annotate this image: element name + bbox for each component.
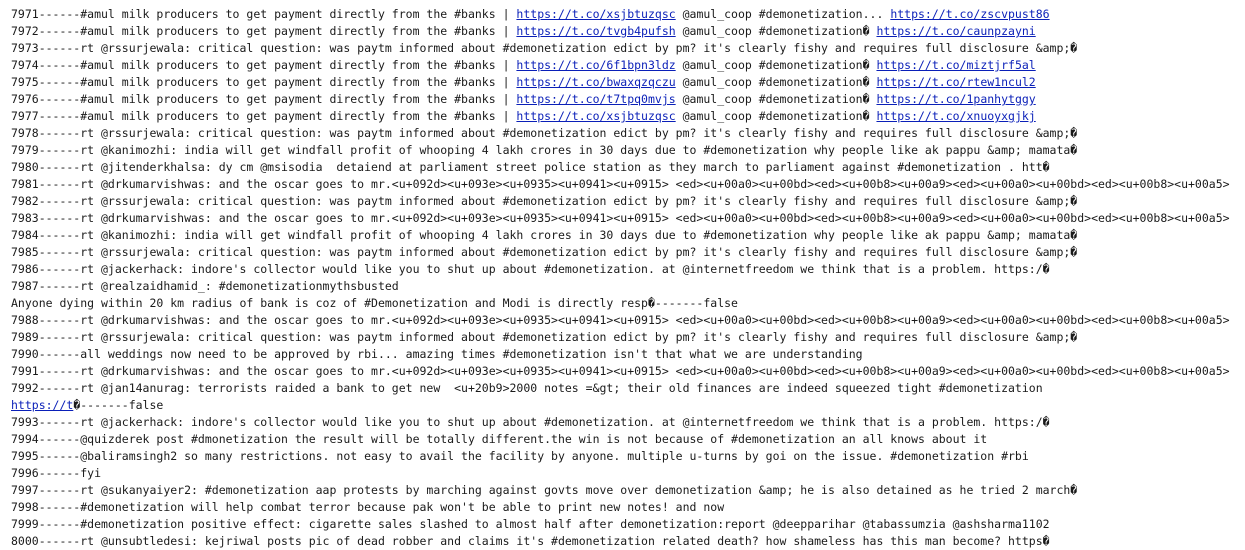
text-file-viewer[interactable]: 7971------#amul milk producers to get pa… [0,0,1245,550]
text-line: 7989------rt @rssurjewala: critical ques… [11,329,1245,346]
text-line: 7990------all weddings now need to be ap… [11,346,1245,363]
line-text: @amul_coop #demonetization� [675,109,877,123]
url-link[interactable]: https://t.co/1panhytggy [876,92,1035,106]
line-text: 7979------rt @kanimozhi: india will get … [11,143,1078,157]
line-text: @amul_coop #demonetization... [675,7,891,21]
line-text: @amul_coop #demonetization� [675,24,877,38]
url-link[interactable]: https://t.co/xnuoyxgjkj [876,109,1035,123]
url-link[interactable]: https://t.co/t7tpq0mvjs [516,92,675,106]
line-text: 7990------all weddings now need to be ap… [11,347,863,361]
line-text: 7987------rt @realzaidhamid_: #demonetiz… [11,279,399,293]
line-text: 7976------#amul milk producers to get pa… [11,92,517,106]
line-text: 7978------rt @rssurjewala: critical ques… [11,126,1078,140]
line-text: 7984------rt @kanimozhi: india will get … [11,228,1078,242]
line-text: @amul_coop #demonetization� [675,58,877,72]
text-line: 7985------rt @rssurjewala: critical ques… [11,244,1245,261]
line-text: 7972------#amul milk producers to get pa… [11,24,517,38]
line-text: 8000------rt @unsubtledesi: kejriwal pos… [11,534,1050,548]
text-line: 7986------rt @jackerhack: indore's colle… [11,261,1245,278]
text-line: 7991------rt @drkumarvishwas: and the os… [11,363,1245,380]
text-line: 7975------#amul milk producers to get pa… [11,74,1245,91]
url-link[interactable]: https://t.co/rtew1ncul2 [876,75,1035,89]
text-line: 7994------@quizderek post #dmonetization… [11,431,1245,448]
url-link[interactable]: https://t.co/miztjrf5al [876,58,1035,72]
text-line: 7987------rt @realzaidhamid_: #demonetiz… [11,278,1245,295]
line-text: 7975------#amul milk producers to get pa… [11,75,517,89]
text-line: 8000------rt @unsubtledesi: kejriwal pos… [11,533,1245,550]
text-line: 7996------fyi [11,465,1245,482]
text-line: 7979------rt @kanimozhi: india will get … [11,142,1245,159]
text-line: 7976------#amul milk producers to get pa… [11,91,1245,108]
line-text: Anyone dying within 20 km radius of bank… [11,296,738,310]
text-line: https://t�-------false [11,397,1245,414]
line-text: @amul_coop #demonetization� [675,75,877,89]
line-text: 7982------rt @rssurjewala: critical ques… [11,194,1078,208]
text-line: 7995------@baliramsingh2 so many restric… [11,448,1245,465]
line-text: 7980------rt @jitenderkhalsa: dy cm @msi… [11,160,1050,174]
line-text: 7998------#demonetization will help comb… [11,500,725,514]
url-link[interactable]: https://t.co/6f1bpn3ldz [516,58,675,72]
url-link[interactable]: https://t.co/tvgb4pufsh [516,24,675,38]
line-text: 7999------#demonetization positive effec… [11,517,1050,531]
line-text: 7997------rt @sukanyaiyer2: #demonetizat… [11,483,1078,497]
text-line: 7973------rt @rssurjewala: critical ques… [11,40,1245,57]
text-line: 7993------rt @jackerhack: indore's colle… [11,414,1245,431]
text-line: 7984------rt @kanimozhi: india will get … [11,227,1245,244]
url-link[interactable]: https://t.co/bwaxqzqczu [516,75,675,89]
line-text: 7996------fyi [11,466,102,480]
url-link[interactable]: https://t.co/caunpzayni [876,24,1035,38]
url-link[interactable]: https://t.co/xsjbtuzqsc [516,7,675,21]
text-line: 7978------rt @rssurjewala: critical ques… [11,125,1245,142]
url-link[interactable]: https://t.co/zscvpust86 [890,7,1049,21]
text-line: 7982------rt @rssurjewala: critical ques… [11,193,1245,210]
text-line: Anyone dying within 20 km radius of bank… [11,295,1245,312]
text-line: 7972------#amul milk producers to get pa… [11,23,1245,40]
text-line: 7977------#amul milk producers to get pa… [11,108,1245,125]
line-text: 7981------rt @drkumarvishwas: and the os… [11,177,1230,191]
text-line: 7980------rt @jitenderkhalsa: dy cm @msi… [11,159,1245,176]
line-text: 7988------rt @drkumarvishwas: and the os… [11,313,1230,327]
line-text: 7995------@baliramsingh2 so many restric… [11,449,1029,463]
url-link[interactable]: https://t [11,398,73,412]
line-text: 7971------#amul milk producers to get pa… [11,7,517,21]
text-content-area[interactable]: 7971------#amul milk producers to get pa… [11,6,1245,550]
url-link[interactable]: https://t.co/xsjbtuzqsc [516,109,675,123]
line-text: 7973------rt @rssurjewala: critical ques… [11,41,1078,55]
text-line: 7988------rt @drkumarvishwas: and the os… [11,312,1245,329]
line-text: @amul_coop #demonetization� [675,92,877,106]
text-line: 7998------#demonetization will help comb… [11,499,1245,516]
line-text: 7986------rt @jackerhack: indore's colle… [11,262,1050,276]
line-text: 7992------rt @jan14anurag: terrorists ra… [11,381,1043,395]
text-line: 7981------rt @drkumarvishwas: and the os… [11,176,1245,193]
line-text: 7977------#amul milk producers to get pa… [11,109,517,123]
line-text: 7993------rt @jackerhack: indore's colle… [11,415,1050,429]
text-line: 7997------rt @sukanyaiyer2: #demonetizat… [11,482,1245,499]
line-text: 7994------@quizderek post #dmonetization… [11,432,988,446]
text-line: 7971------#amul milk producers to get pa… [11,6,1245,23]
line-text: 7974------#amul milk producers to get pa… [11,58,517,72]
text-line: 7992------rt @jan14anurag: terrorists ra… [11,380,1245,397]
line-text: 7983------rt @drkumarvishwas: and the os… [11,211,1230,225]
text-line: 7974------#amul milk producers to get pa… [11,57,1245,74]
line-text: 7991------rt @drkumarvishwas: and the os… [11,364,1230,378]
text-line: 7999------#demonetization positive effec… [11,516,1245,533]
line-text: 7985------rt @rssurjewala: critical ques… [11,245,1078,259]
text-line: 7983------rt @drkumarvishwas: and the os… [11,210,1245,227]
line-text: 7989------rt @rssurjewala: critical ques… [11,330,1078,344]
line-text: �-------false [73,398,164,412]
